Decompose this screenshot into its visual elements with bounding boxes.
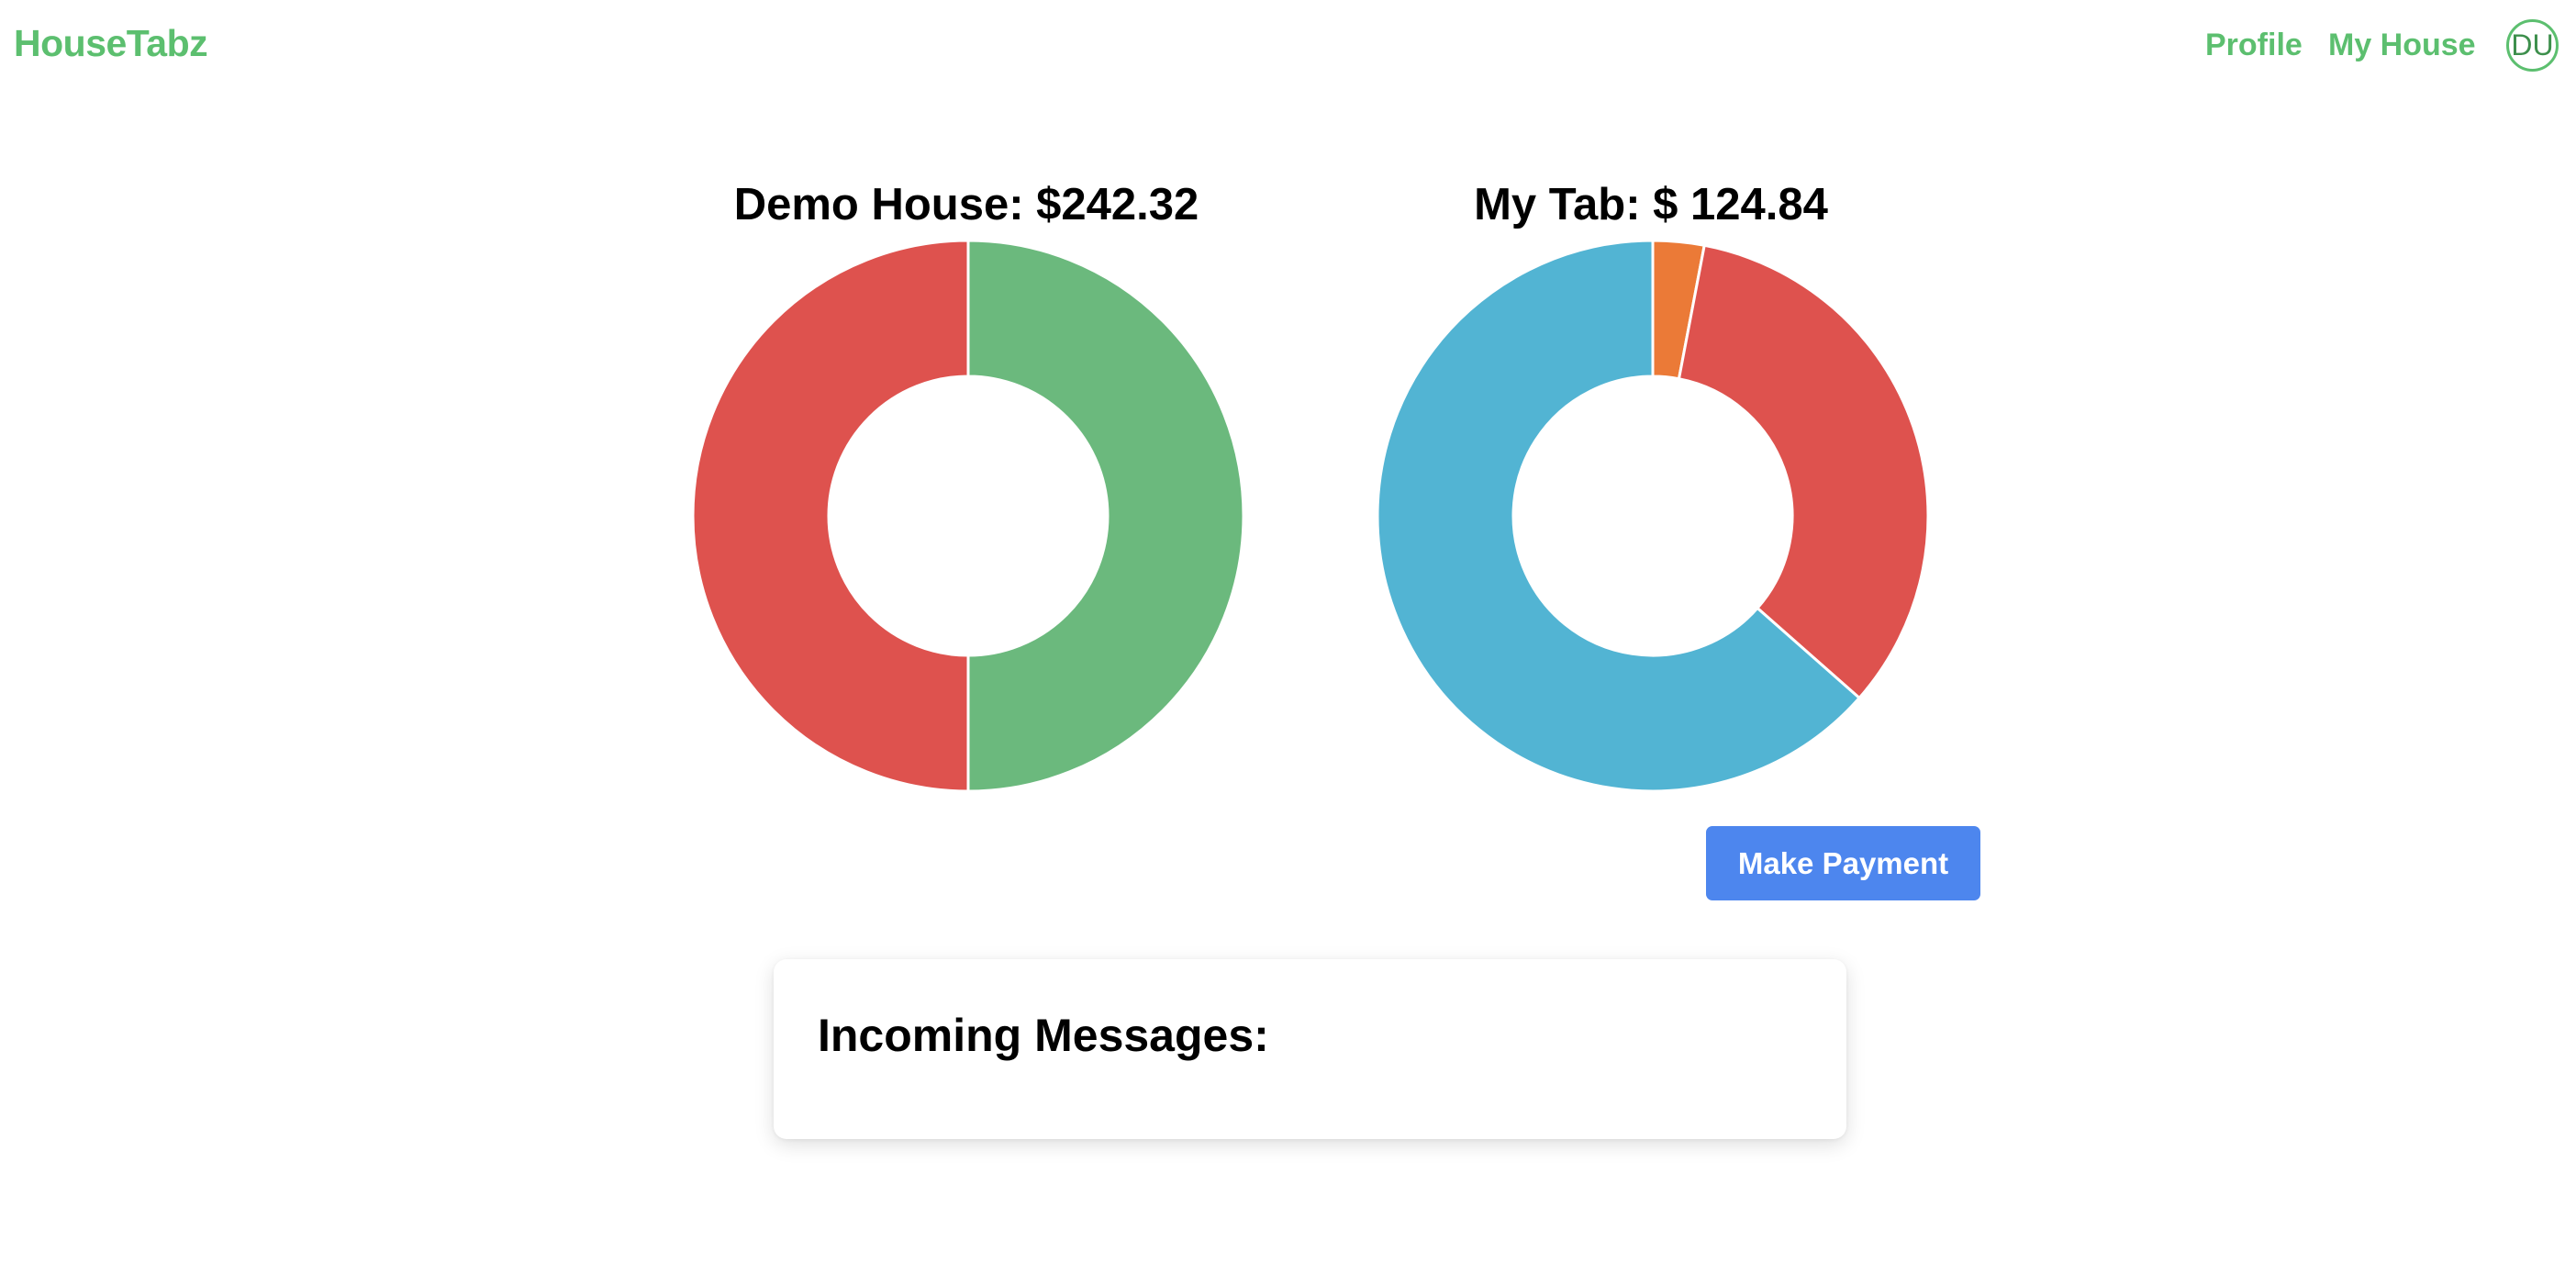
make-payment-button[interactable]: Make Payment: [1706, 826, 1980, 900]
house-donut-chart: [691, 239, 1245, 793]
brand-logo[interactable]: HouseTabz: [14, 22, 208, 65]
tab-chart-title: My Tab: $ 124.84: [1474, 180, 1828, 229]
incoming-messages-card: Incoming Messages:: [774, 959, 1846, 1139]
incoming-messages-title: Incoming Messages:: [818, 1010, 1269, 1061]
navbar: HouseTabz Profile My House DU: [0, 0, 2576, 92]
chart-0-slice-0[interactable]: [966, 239, 1245, 793]
my-tab-donut-chart: [1376, 239, 1930, 793]
avatar[interactable]: DU: [2506, 19, 2559, 72]
house-chart-title: Demo House: $242.32: [733, 180, 1199, 229]
chart-1-slice-1[interactable]: [1677, 243, 1930, 700]
chart-0-slice-1[interactable]: [691, 239, 970, 793]
nav-link-profile[interactable]: Profile: [2205, 28, 2303, 63]
nav-link-my-house[interactable]: My House: [2328, 28, 2476, 63]
